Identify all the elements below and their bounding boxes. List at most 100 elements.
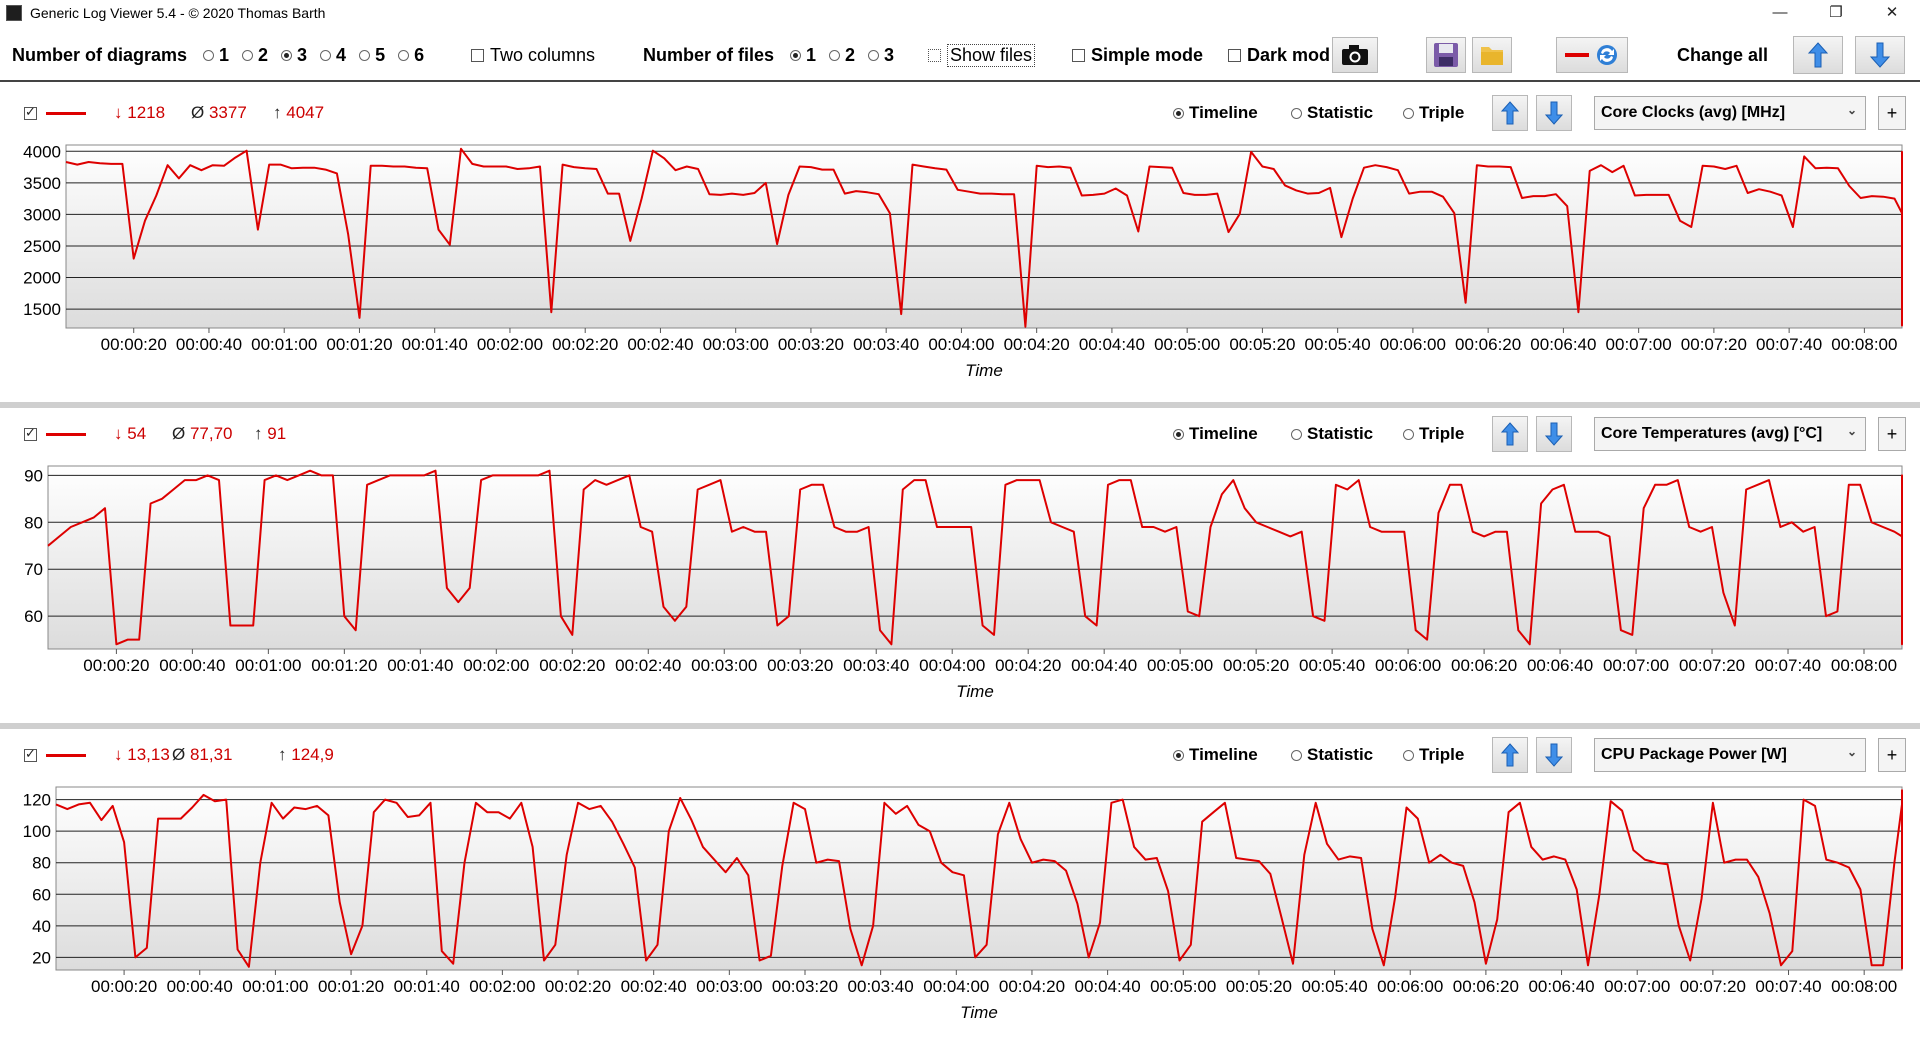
window-controls: — ❐ ✕ (1752, 0, 1920, 26)
x-tick-label: 00:00:20 (83, 656, 149, 675)
add-series-button[interactable]: + (1878, 417, 1906, 451)
restore-button[interactable]: ❐ (1808, 0, 1864, 26)
mode-timeline-radio[interactable]: Timeline (1173, 416, 1258, 452)
plot-area (65, 144, 1903, 329)
x-tick-label: 00:01:40 (402, 335, 468, 354)
y-tick-label: 60 (24, 607, 43, 626)
swap-color-button[interactable] (1556, 37, 1628, 73)
radio-diagrams-3[interactable]: 3 (281, 45, 307, 66)
show-files-checkbox[interactable]: Show files (928, 30, 1036, 80)
x-tick-label: 00:02:20 (552, 335, 618, 354)
series-visible-checkbox[interactable] (24, 95, 43, 131)
mode-timeline-radio[interactable]: Timeline (1173, 95, 1258, 131)
y-tick-label: 1500 (23, 300, 61, 319)
radio-files-1[interactable]: 1 (790, 45, 816, 66)
x-tick-label: 00:00:40 (167, 977, 233, 996)
x-tick-label: 00:06:40 (1530, 335, 1596, 354)
series-visible-checkbox[interactable] (24, 737, 43, 773)
x-tick-label: 00:04:40 (1071, 656, 1137, 675)
x-tick-label: 00:06:00 (1375, 656, 1441, 675)
x-axis-label: Time (965, 361, 1003, 380)
x-tick-label: 00:07:40 (1756, 335, 1822, 354)
sensor-select[interactable]: Core Clocks (avg) [MHz] ⌄ (1594, 96, 1866, 130)
x-tick-label: 00:04:00 (923, 977, 989, 996)
x-tick-label: 00:07:40 (1755, 977, 1821, 996)
x-tick-label: 00:07:00 (1606, 335, 1672, 354)
series-line (65, 147, 1903, 328)
sensor-select[interactable]: CPU Package Power [W] ⌄ (1594, 738, 1866, 772)
open-folder-button[interactable] (1472, 37, 1512, 73)
panel-move-down-button[interactable] (1536, 95, 1572, 131)
y-tick-label: 90 (24, 466, 43, 485)
x-tick-label: 00:06:20 (1451, 656, 1517, 675)
radio-diagrams-1[interactable]: 1 (203, 45, 229, 66)
x-tick-label: 00:02:20 (545, 977, 611, 996)
series-color-swatch[interactable] (46, 737, 86, 773)
minimize-button[interactable]: — (1752, 0, 1808, 26)
sensor-select[interactable]: Core Temperatures (avg) [°C] ⌄ (1594, 417, 1866, 451)
x-axis-label: Time (956, 682, 994, 701)
x-tick-label: 00:01:00 (235, 656, 301, 675)
mode-triple-radio[interactable]: Triple (1403, 95, 1464, 131)
move-all-down-button[interactable] (1855, 36, 1905, 74)
x-tick-label: 00:07:00 (1604, 977, 1670, 996)
mode-triple-radio[interactable]: Triple (1403, 737, 1464, 773)
mode-statistic-radio[interactable]: Statistic (1291, 95, 1373, 131)
radio-diagrams-4[interactable]: 4 (320, 45, 346, 66)
chart-3: 20 40 60 80 100 120 00:00:20 00:00:40 00:01:00 00… (23, 786, 1903, 1022)
radio-files-3[interactable]: 3 (868, 45, 894, 66)
mode-triple-radio[interactable]: Triple (1403, 416, 1464, 452)
series-color-swatch[interactable] (46, 95, 86, 131)
move-all-up-button[interactable] (1793, 36, 1843, 74)
x-tick-label: 00:00:40 (159, 656, 225, 675)
mode-timeline-radio[interactable]: Timeline (1173, 737, 1258, 773)
panel-separator[interactable] (0, 402, 1920, 408)
x-tick-label: 00:05:00 (1147, 656, 1213, 675)
x-tick-label: 00:04:20 (1004, 335, 1070, 354)
dark-mode-checkbox[interactable]: Dark mod (1228, 30, 1330, 80)
x-tick-label: 00:02:40 (615, 656, 681, 675)
num-files-label: Number of files (643, 44, 775, 65)
series-visible-checkbox[interactable] (24, 416, 43, 452)
panel-header-1: ↓ 1218 Ø 3377 ↑ 4047 Timeline Statistic … (0, 95, 1920, 131)
radio-diagrams-2[interactable]: 2 (242, 45, 268, 66)
radio-files-2[interactable]: 2 (829, 45, 855, 66)
x-tick-label: 00:05:00 (1150, 977, 1216, 996)
close-button[interactable]: ✕ (1864, 0, 1920, 26)
panel-move-down-button[interactable] (1536, 737, 1572, 773)
save-button[interactable] (1426, 37, 1466, 73)
camera-icon (1342, 45, 1368, 65)
mode-statistic-radio[interactable]: Statistic (1291, 416, 1373, 452)
change-all-label: Change all (1677, 44, 1769, 65)
y-tick-label: 80 (32, 854, 51, 873)
x-tick-label: 00:03:20 (767, 656, 833, 675)
y-tick-label: 2000 (23, 269, 61, 288)
x-tick-label: 00:05:40 (1299, 656, 1365, 675)
series-color-swatch[interactable] (46, 416, 86, 452)
x-tick-label: 00:03:40 (848, 977, 914, 996)
x-tick-label: 00:04:20 (999, 977, 1065, 996)
y-tick-label: 4000 (23, 142, 61, 161)
screenshot-button[interactable] (1332, 37, 1378, 73)
two-columns-checkbox[interactable]: Two columns (471, 30, 595, 80)
mode-statistic-radio[interactable]: Statistic (1291, 737, 1373, 773)
y-tick-label: 40 (32, 917, 51, 936)
x-tick-label: 00:03:40 (853, 335, 919, 354)
radio-diagrams-5[interactable]: 5 (359, 45, 385, 66)
panel-separator[interactable] (0, 723, 1920, 729)
x-tick-label: 00:02:00 (463, 656, 529, 675)
panel-move-up-button[interactable] (1492, 416, 1528, 452)
simple-mode-checkbox[interactable]: Simple mode (1072, 30, 1203, 80)
add-series-button[interactable]: + (1878, 738, 1906, 772)
y-tick-label: 80 (24, 513, 43, 532)
y-tick-label: 3500 (23, 174, 61, 193)
x-tick-label: 00:08:00 (1831, 977, 1897, 996)
avg-value: Ø 3377 (191, 103, 247, 122)
panel-move-up-button[interactable] (1492, 737, 1528, 773)
x-tick-label: 00:07:20 (1681, 335, 1747, 354)
panel-move-down-button[interactable] (1536, 416, 1572, 452)
panel-move-up-button[interactable] (1492, 95, 1528, 131)
add-series-button[interactable]: + (1878, 96, 1906, 130)
chart-1: 1500 2000 2500 3000 3500 4000 00:00:20 00:00:40… (23, 142, 1903, 380)
radio-diagrams-6[interactable]: 6 (398, 45, 424, 66)
